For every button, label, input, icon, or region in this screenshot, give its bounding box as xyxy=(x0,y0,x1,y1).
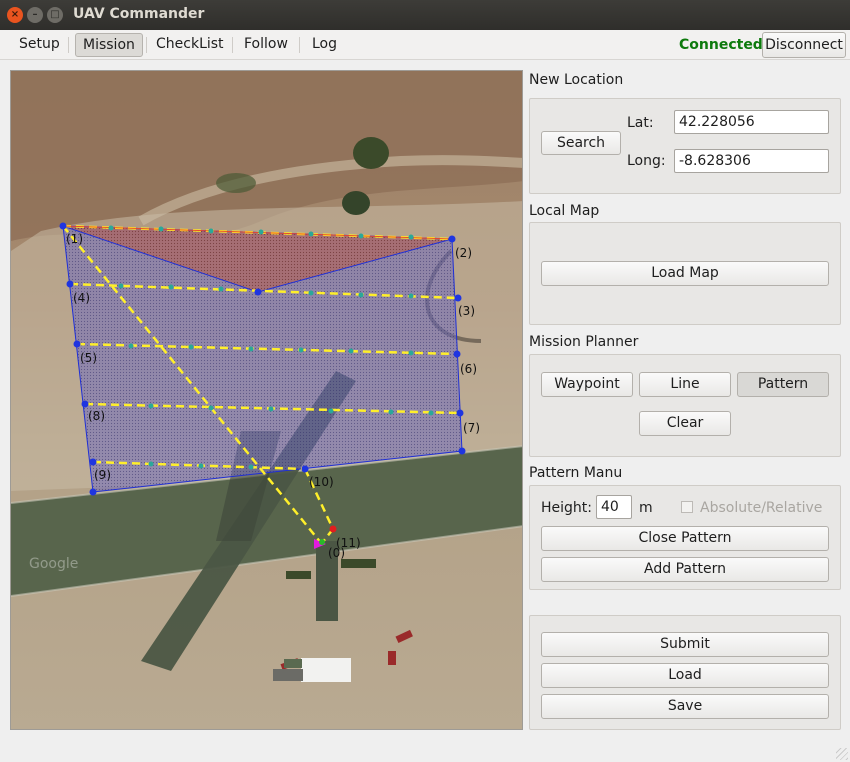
waypoint-label: (10) xyxy=(309,475,334,489)
disconnect-button[interactable]: Disconnect xyxy=(762,32,846,58)
close-icon[interactable]: × xyxy=(7,7,23,23)
tab-separator xyxy=(232,37,233,53)
lat-input[interactable]: 42.228056 xyxy=(674,110,829,134)
tab-checklist[interactable]: CheckList xyxy=(149,33,231,57)
absolute-relative-label: Absolute/Relative xyxy=(700,500,823,516)
height-label: Height: xyxy=(541,500,592,516)
pattern-button[interactable]: Pattern xyxy=(737,372,829,397)
waypoint-label: (8) xyxy=(88,409,105,423)
local-map-title: Local Map xyxy=(529,203,600,219)
long-label: Long: xyxy=(627,153,666,169)
save-button[interactable]: Save xyxy=(541,694,829,719)
window-titlebar: × – □ UAV Commander xyxy=(0,0,850,30)
clear-button[interactable]: Clear xyxy=(639,411,731,436)
waypoint-label: (3) xyxy=(458,304,475,318)
pattern-menu-title: Pattern Manu xyxy=(529,465,623,481)
search-button[interactable]: Search xyxy=(541,131,621,155)
height-input[interactable]: 40 xyxy=(596,495,632,519)
tree xyxy=(342,191,370,215)
tab-separator xyxy=(146,37,147,53)
connection-status: Connected xyxy=(679,37,763,53)
line-button[interactable]: Line xyxy=(639,372,731,397)
building xyxy=(284,659,302,668)
waypoint-label: (11) xyxy=(336,536,361,550)
waypoint-label: (7) xyxy=(463,421,480,435)
tab-setup[interactable]: Setup xyxy=(12,33,67,57)
tab-follow[interactable]: Follow xyxy=(237,33,295,57)
building xyxy=(301,658,351,682)
parked-vehicle xyxy=(388,651,396,665)
lat-label: Lat: xyxy=(627,115,654,131)
parked-vehicle xyxy=(286,571,311,579)
tab-separator xyxy=(68,37,69,53)
waypoint-label: (1) xyxy=(66,232,83,246)
mission-planner-group xyxy=(529,354,841,457)
satellite-map[interactable]: Google (0) (1) (2) (3) (4) (5) (6) (7) (… xyxy=(10,70,523,730)
waypoint-label: (2) xyxy=(455,246,472,260)
new-location-title: New Location xyxy=(529,72,624,88)
map-watermark: Google xyxy=(29,556,78,572)
waypoint-label: (6) xyxy=(460,362,477,376)
load-button[interactable]: Load xyxy=(541,663,829,688)
waypoint-label: (5) xyxy=(80,351,97,365)
minimize-icon[interactable]: – xyxy=(27,7,43,23)
mission-planner-title: Mission Planner xyxy=(529,334,639,350)
waypoint-label: (9) xyxy=(94,468,111,482)
height-unit: m xyxy=(639,500,653,516)
maximize-icon[interactable]: □ xyxy=(47,7,63,23)
menu-bar: Setup Mission CheckList Follow Log Conne… xyxy=(0,30,850,60)
current-position-marker xyxy=(319,539,325,545)
target-marker xyxy=(329,525,337,533)
waypoint-label: (4) xyxy=(73,291,90,305)
parked-vehicle xyxy=(341,559,376,568)
tab-separator xyxy=(299,37,300,53)
absolute-relative-checkbox[interactable] xyxy=(681,501,693,513)
tab-log[interactable]: Log xyxy=(305,33,344,57)
load-map-button[interactable]: Load Map xyxy=(541,261,829,286)
tree xyxy=(216,173,256,193)
building-shadow xyxy=(273,669,303,681)
waypoint-button[interactable]: Waypoint xyxy=(541,372,633,397)
tree xyxy=(353,137,389,169)
long-input[interactable]: -8.628306 xyxy=(674,149,829,173)
resize-grip-icon[interactable] xyxy=(836,748,848,760)
add-pattern-button[interactable]: Add Pattern xyxy=(541,557,829,582)
tab-mission[interactable]: Mission xyxy=(75,33,143,57)
close-pattern-button[interactable]: Close Pattern xyxy=(541,526,829,551)
submit-button[interactable]: Submit xyxy=(541,632,829,657)
window-title: UAV Commander xyxy=(73,6,205,22)
